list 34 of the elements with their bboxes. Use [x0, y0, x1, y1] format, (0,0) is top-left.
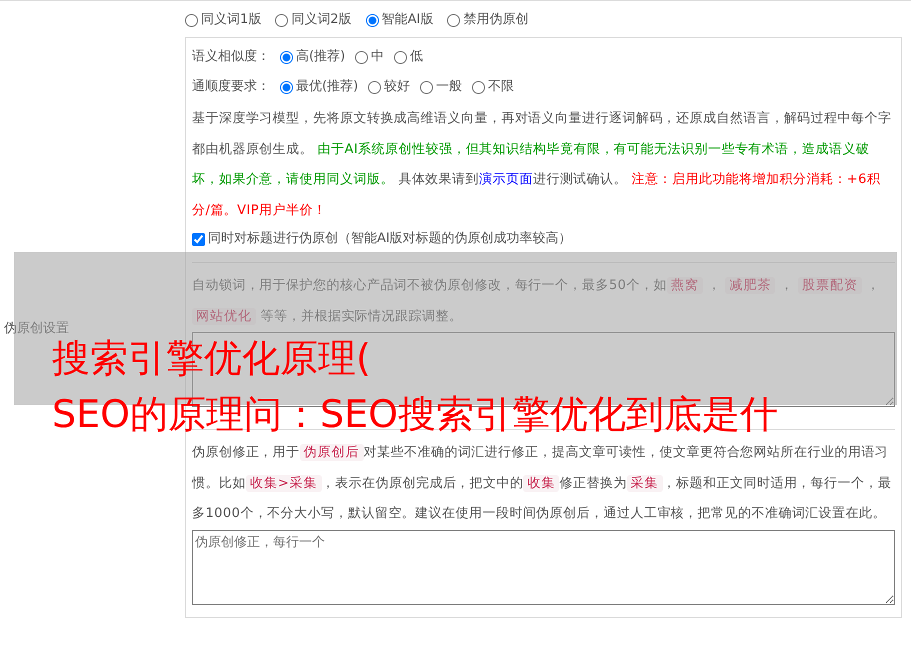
corrections-description: 伪原创修正，用于 伪原创后 对某些不准确的词汇进行修正，提高文章可读性，使文章更符合您网站所在行业的用语习惯。比如 收集>采集 ，表示在伪原创完成后，把文中的 收集 修正替换为 采集 ，标题和正文同时适用，每行一个，最多1000个，不分大小写，默认留空。建议在使用一段时间伪原创后，通过人工审核，把常见的不准确词汇设置在此。	[192, 443, 892, 523]
radio-button[interactable]	[472, 80, 486, 94]
radio-button[interactable]	[366, 14, 379, 26]
option-label[interactable]: 禁用伪原创	[463, 10, 528, 30]
radio-button[interactable]	[280, 80, 293, 94]
overlay-title: SEO的原理问：SEO搜索引擎优化到底是什	[52, 391, 778, 438]
option-label[interactable]: 智能AI版	[382, 10, 434, 30]
option-label[interactable]: 一般	[436, 77, 462, 97]
radio-button[interactable]	[447, 14, 460, 26]
radio-button[interactable]	[420, 80, 434, 94]
demo-page-link[interactable]: 演示页面	[479, 172, 533, 187]
radio-button[interactable]	[275, 14, 288, 26]
radio-button[interactable]	[394, 50, 408, 64]
radio-button[interactable]	[368, 80, 382, 94]
radio-button[interactable]	[280, 50, 293, 64]
option-label[interactable]: 中	[371, 47, 384, 67]
option-label[interactable]: 不限	[488, 77, 514, 97]
overlay-title: 搜索引擎优化原理(	[52, 335, 371, 382]
lock-words-description: 自动锁词，用于保护您的核心产品词不被伪原创修改，每行一个，最多50个，如 燕窝 ， 减肥茶 ， 股票配资 ， 网站优化 等等，并根据实际情况跟踪调整。	[192, 276, 882, 326]
radio-button[interactable]	[185, 14, 198, 26]
ai-description: 基于深度学习模型，先将原文转换成高维语义向量，再对语义向量进行逐词解码，还原成自然语言，解码过程中每个字都由机器原创生成。 由于AI系统原创性较强，但其知识结构毕竟有限，有可能无法识别一些专有术语，造成语义破坏，如果介意，请使用同义词版。 具体效果请到演示页面进行测试确认。 注意：启用此功能将增加积分消耗：+6积分/篇。VIP用户半价！	[192, 110, 892, 220]
option-label[interactable]: 同义词2版	[291, 10, 352, 30]
checkbox[interactable]	[192, 232, 205, 246]
radio-button[interactable]	[355, 50, 368, 64]
option-label[interactable]: 最优(推荐)	[296, 77, 358, 97]
option-label[interactable]: 较好	[384, 77, 410, 97]
option-label: 语义相似度：	[192, 48, 270, 66]
option-label: 通顺度要求：	[192, 78, 270, 96]
option-label[interactable]: 高(推荐)	[296, 47, 346, 67]
section-label: 伪原创设置	[4, 321, 69, 336]
option-label[interactable]: 低	[410, 47, 424, 67]
option-label[interactable]: 同时对标题进行伪原创（智能AI版对标题的伪原创成功率较高）	[208, 229, 572, 249]
corrections-field[interactable]: 伪原创修正，每行一个	[192, 530, 895, 604]
option-label[interactable]: 同义词1版	[201, 10, 262, 30]
